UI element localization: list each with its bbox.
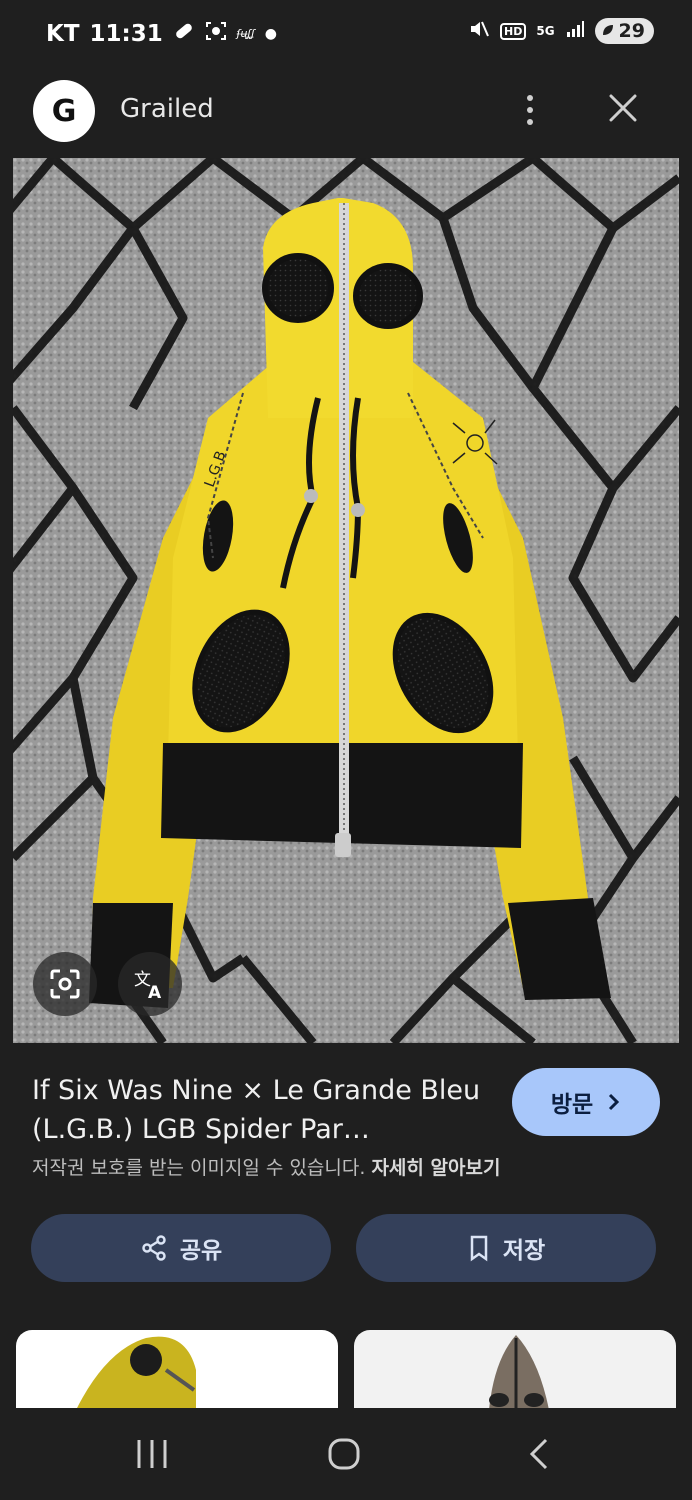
more-dot-icon — [527, 107, 533, 113]
dot-icon: ● — [264, 25, 278, 42]
right-cuff — [508, 898, 611, 1000]
related-thumbnail-2[interactable] — [354, 1330, 676, 1410]
back-icon — [529, 1438, 548, 1470]
share-button[interactable]: 공유 — [31, 1214, 331, 1282]
result-title[interactable]: If Six Was Nine × Le Grande Bleu (L.G.B.… — [32, 1071, 482, 1149]
app-notification-icon: ʄʉʆʆ — [236, 27, 255, 40]
carrier-label: KT — [46, 20, 80, 47]
site-name[interactable]: Grailed — [120, 94, 214, 124]
status-bar: KT 11:31 ʄʉʆʆ ● HD 5G 29 — [0, 0, 692, 72]
lens-icon — [50, 969, 80, 999]
battery-indicator: 29 — [594, 18, 654, 44]
left-eye-mesh — [262, 253, 334, 323]
hoodie-photo: L.G.B — [13, 158, 679, 1043]
thumbnail-image — [489, 1335, 549, 1410]
svg-text:A: A — [148, 983, 162, 1001]
mute-icon — [468, 18, 490, 44]
share-icon — [142, 1235, 166, 1261]
chevron-right-icon — [609, 1093, 620, 1111]
home-icon — [328, 1438, 360, 1470]
copyright-notice: 저작권 보호를 받는 이미지일 수 있습니다. 자세히 알아보기 — [32, 1153, 500, 1180]
thumbnail-image — [76, 1336, 196, 1410]
more-options-button[interactable] — [512, 90, 548, 130]
translate-button[interactable]: 文 A — [118, 952, 182, 1016]
related-thumbnail-1[interactable] — [16, 1330, 338, 1410]
pill-icon — [173, 20, 195, 47]
signal-icon — [565, 19, 585, 43]
close-icon — [609, 94, 637, 122]
hd-badge: HD — [500, 22, 527, 40]
save-label: 저장 — [502, 1238, 546, 1264]
translate-icon: 文 A — [134, 970, 162, 1001]
screenshot-icon — [205, 20, 227, 47]
learn-more-link[interactable]: 자세히 알아보기 — [371, 1157, 500, 1179]
more-dot-icon — [527, 119, 533, 125]
back-button[interactable] — [520, 1434, 560, 1474]
viewer-header: G Grailed — [0, 72, 692, 158]
lens-search-button[interactable] — [33, 952, 97, 1016]
more-dot-icon — [527, 95, 533, 101]
status-right: HD 5G 29 — [468, 18, 654, 44]
copyright-text: 저작권 보호를 받는 이미지일 수 있습니다. — [32, 1157, 366, 1179]
right-eye-mesh — [353, 263, 423, 329]
main-product-image[interactable]: L.G.B 文 A — [13, 158, 679, 1043]
visit-button[interactable]: 방문 — [512, 1068, 660, 1136]
leaf-icon — [601, 20, 615, 42]
recent-apps-button[interactable] — [130, 1436, 174, 1472]
site-logo[interactable]: G — [33, 80, 95, 142]
status-left: KT 11:31 ʄʉʆʆ ● — [46, 20, 277, 47]
bookmark-icon — [470, 1235, 488, 1262]
clock: 11:31 — [89, 20, 163, 47]
visit-label: 방문 — [550, 1092, 594, 1118]
close-button[interactable] — [598, 86, 648, 132]
save-button[interactable]: 저장 — [356, 1214, 656, 1282]
share-label: 공유 — [179, 1238, 223, 1264]
system-navigation-bar — [0, 1408, 692, 1500]
recent-apps-icon — [137, 1440, 167, 1468]
battery-level: 29 — [618, 20, 645, 42]
home-button[interactable] — [322, 1434, 366, 1474]
network-label: 5G — [536, 24, 555, 38]
